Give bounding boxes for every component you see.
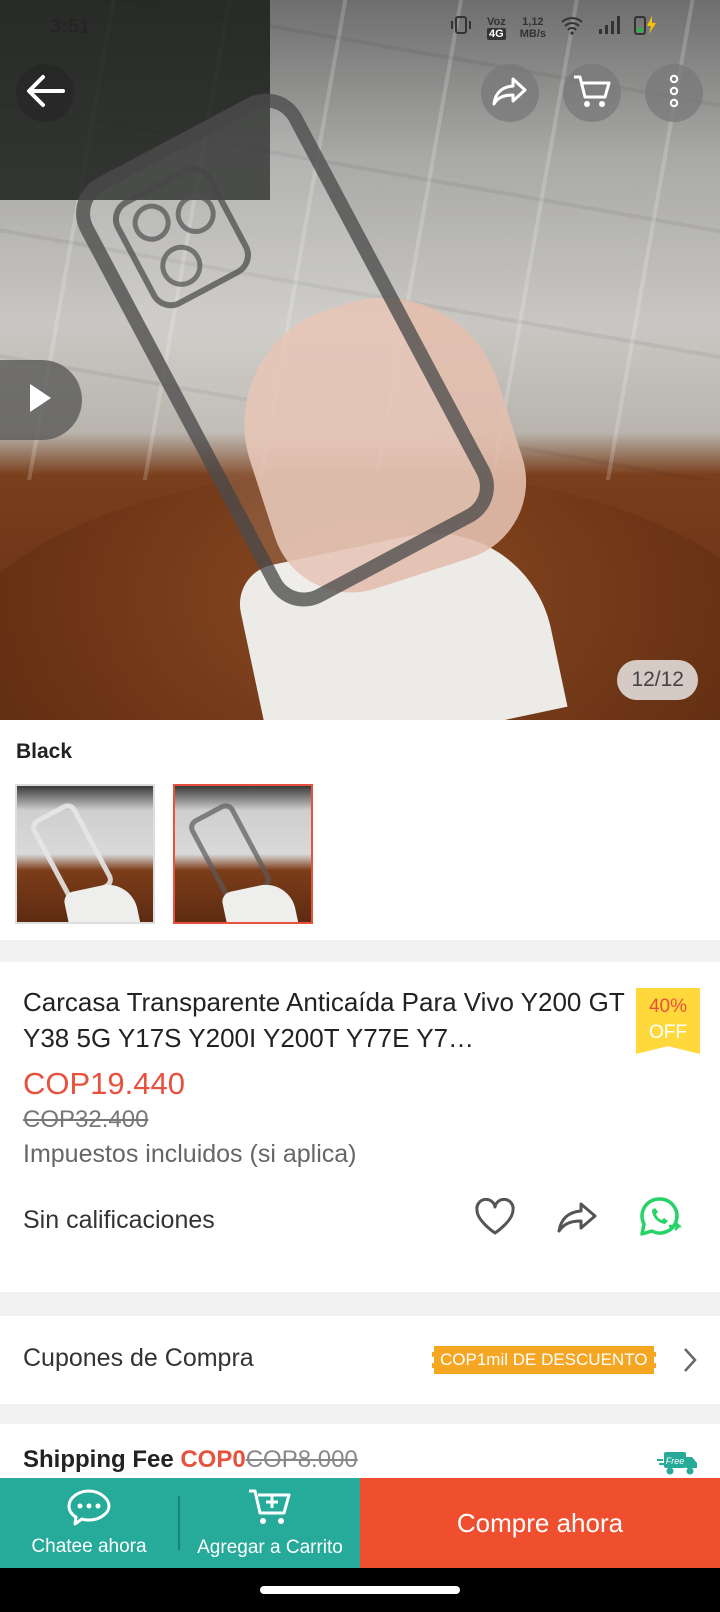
shipping-price: COP0 [180,1446,246,1473]
chat-now-label: Chatee ahora [31,1536,147,1557]
whatsapp-share-button[interactable] [636,1194,686,1244]
battery-charging-icon [634,14,660,42]
play-icon [27,382,53,419]
variation-thumb-black[interactable] [173,784,313,924]
status-time: 3:51 [50,16,91,38]
status-icons: Voz 4G 1,12 MB/s [449,14,660,42]
heart-icon [474,1197,516,1241]
free-shipping-truck-icon: Free [656,1450,698,1481]
shipping-row[interactable]: Shipping Fee COP0COP8.000 Free [0,1424,720,1480]
wifi-icon [560,15,584,41]
chat-now-button[interactable]: Chatee ahora [0,1478,178,1568]
back-arrow-icon [25,74,65,113]
ratings-text: Sin calificaciones [23,1206,215,1234]
voz-label: Voz [486,16,506,28]
share-button[interactable] [481,64,539,122]
voz-4g-indicator: Voz 4G [486,16,506,40]
whatsapp-icon [639,1196,683,1243]
speed-indicator: 1,12 MB/s [520,16,546,40]
image-counter: 12/12 [617,660,698,700]
add-to-cart-button[interactable]: Agregar a Carrito [180,1478,360,1568]
coupons-label: Cupones de Compra [23,1344,254,1372]
chevron-right-icon [682,1346,698,1379]
share-arrow-icon [491,75,529,112]
variation-thumb-clear[interactable] [15,784,155,924]
more-vertical-icon [668,74,680,113]
coupons-row[interactable]: Cupones de Compra COP1mil DE DESCUENTO [0,1316,720,1404]
favorite-button[interactable] [470,1194,520,1244]
speed-unit: MB/s [519,28,546,40]
play-video-button[interactable] [0,360,82,440]
vibrate-icon [449,15,473,41]
cart-button[interactable] [563,64,621,122]
cart-add-icon [247,1487,293,1533]
add-to-cart-label: Agregar a Carrito [197,1537,343,1558]
chat-bubble-icon [66,1488,112,1532]
system-navigation-bar [0,1568,720,1612]
discount-badge: 40% OFF [636,988,700,1054]
tax-note: Impuestos incluidos (si aplica) [23,1140,357,1168]
share-arrow-icon [556,1200,598,1239]
product-title: Carcasa Transparente Anticaída Para Vivo… [23,987,625,1053]
product-page: 3:51 Voz 4G 1,12 MB/s 12/12 Black Carcas… [0,0,720,1612]
product-info-section: Carcasa Transparente Anticaída Para Vivo… [0,962,720,1292]
discount-percent: 40% [648,996,688,1017]
camera-cutout [105,158,259,316]
network-label: 4G [486,28,506,40]
shipping-label: Shipping Fee [23,1446,174,1473]
discount-off: OFF [649,1022,687,1043]
shipping-original-price: COP8.000 [245,1446,358,1473]
signal-icon [598,15,620,41]
speed-value: 1,12 [522,16,544,28]
home-gesture-pill[interactable] [260,1586,460,1594]
bar-divider [178,1478,180,1568]
cart-icon [572,73,612,114]
free-badge-text: Free [666,1456,685,1466]
original-price: COP32.400 [23,1106,149,1133]
bottom-action-bar: Chatee ahora Agregar a Carrito Compre ah… [0,1478,720,1568]
product-image-carousel[interactable]: 3:51 Voz 4G 1,12 MB/s 12/12 [0,0,720,720]
back-button[interactable] [16,64,74,122]
variation-section: Black [0,720,720,940]
coupon-badge: COP1mil DE DESCUENTO [432,1346,656,1374]
buy-now-button[interactable]: Compre ahora [360,1478,720,1568]
variation-label: Black [16,740,73,763]
share-product-button[interactable] [552,1194,602,1244]
more-options-button[interactable] [645,64,703,122]
shipping-fee: Shipping Fee COP0COP8.000 [23,1446,358,1474]
current-price: COP19.440 [23,1066,185,1101]
status-bar: 3:51 Voz 4G 1,12 MB/s [0,0,720,56]
